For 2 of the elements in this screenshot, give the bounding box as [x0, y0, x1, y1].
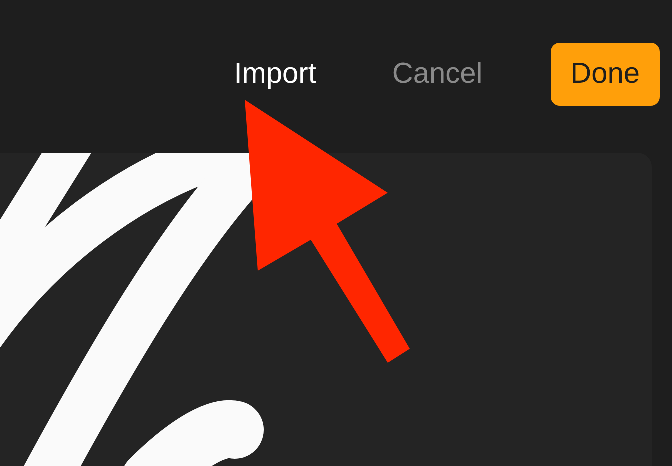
done-button[interactable]: Done — [550, 43, 660, 106]
toolbar-button[interactable]: Import — [226, 43, 324, 106]
